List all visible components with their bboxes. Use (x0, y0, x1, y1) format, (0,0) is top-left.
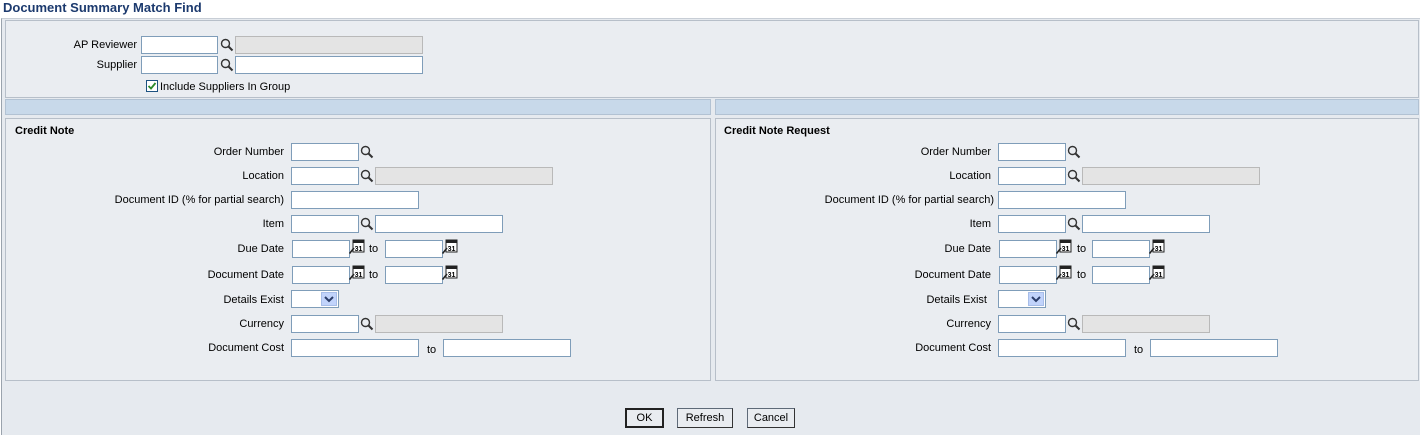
supplier-label: Supplier (96, 59, 137, 71)
cn-order-number-input[interactable] (291, 143, 359, 161)
cn-document-date-from-calendar-icon[interactable]: 31 (349, 265, 365, 280)
cnr-document-cost-to-input[interactable] (1150, 339, 1278, 357)
cnr-document-id-input[interactable] (998, 191, 1126, 209)
cn-details-exist-label: Details Exist (223, 294, 284, 306)
cnr-order-number-search-icon[interactable] (1067, 145, 1081, 159)
cn-item-label: Item (262, 218, 284, 230)
svg-text:31: 31 (448, 246, 456, 253)
cnr-document-date-to-label: to (1077, 269, 1087, 281)
cn-document-date-to-label: to (369, 269, 379, 281)
cnr-due-date-from-input[interactable] (999, 240, 1057, 258)
cn-due-date-from-input[interactable] (292, 240, 350, 258)
refresh-button[interactable]: Refresh (677, 408, 733, 428)
credit-note-request-section-bar (715, 99, 1419, 115)
svg-text:31: 31 (1155, 246, 1163, 253)
svg-text:31: 31 (1155, 272, 1163, 279)
cn-document-date-to-input[interactable] (385, 266, 443, 284)
svg-text:31: 31 (355, 246, 363, 253)
cn-document-date-label: Document Date (207, 269, 284, 281)
cnr-due-date-to-label: to (1077, 243, 1087, 255)
cnr-details-exist-label: Details Exist (926, 294, 987, 306)
cn-document-cost-from-input[interactable] (291, 339, 419, 357)
cn-location-search-icon[interactable] (360, 169, 374, 183)
cn-due-date-to-label: to (369, 243, 379, 255)
cn-document-date-to-calendar-icon[interactable]: 31 (442, 265, 458, 280)
cn-order-number-label: Order Number (213, 146, 284, 158)
cnr-currency-input[interactable] (998, 315, 1066, 333)
ap-reviewer-input[interactable] (141, 36, 218, 54)
credit-note-request-title: Credit Note Request (724, 125, 830, 137)
page-title: Document Summary Match Find (3, 0, 202, 15)
cnr-item-search-icon[interactable] (1067, 217, 1081, 231)
cn-currency-search-icon[interactable] (360, 317, 374, 331)
cn-due-date-from-calendar-icon[interactable]: 31 (349, 239, 365, 254)
cn-location-label: Location (242, 170, 284, 182)
cn-document-id-input[interactable] (291, 191, 419, 209)
cnr-item-label: Item (969, 218, 991, 230)
cnr-due-date-to-input[interactable] (1092, 240, 1150, 258)
ap-reviewer-label: AP Reviewer (73, 39, 137, 51)
cnr-document-id-label: Document ID (% for partial search) (824, 194, 994, 206)
cnr-location-input[interactable] (998, 167, 1066, 185)
cnr-document-date-to-input[interactable] (1092, 266, 1150, 284)
supplier-input[interactable] (141, 56, 218, 74)
svg-text:31: 31 (1062, 272, 1070, 279)
cnr-item-input[interactable] (998, 215, 1066, 233)
cn-location-input[interactable] (291, 167, 359, 185)
checkmark-icon (147, 82, 157, 90)
cn-due-date-label: Due Date (237, 243, 284, 255)
cn-document-id-label: Document ID (% for partial search) (114, 194, 284, 206)
cnr-location-description-field (1082, 167, 1260, 185)
cnr-currency-label: Currency (946, 318, 991, 330)
cn-item-description-field[interactable] (375, 215, 503, 233)
cn-currency-label: Currency (239, 318, 284, 330)
cnr-currency-description-field (1082, 315, 1210, 333)
cn-item-search-icon[interactable] (360, 217, 374, 231)
cn-location-description-field (375, 167, 553, 185)
cn-document-cost-label: Document Cost (208, 342, 284, 354)
cnr-due-date-label: Due Date (944, 243, 991, 255)
cnr-due-date-to-calendar-icon[interactable]: 31 (1149, 239, 1165, 254)
ap-reviewer-description-field (235, 36, 423, 54)
cn-document-cost-to-input[interactable] (443, 339, 571, 357)
cnr-due-date-from-calendar-icon[interactable]: 31 (1056, 239, 1072, 254)
cnr-document-cost-to-label: to (1134, 344, 1144, 356)
chevron-down-icon (1028, 292, 1044, 306)
cn-item-input[interactable] (291, 215, 359, 233)
include-suppliers-label: Include Suppliers In Group (160, 81, 291, 93)
credit-note-title: Credit Note (15, 125, 75, 137)
cnr-document-date-from-calendar-icon[interactable]: 31 (1056, 265, 1072, 280)
cn-order-number-search-icon[interactable] (360, 145, 374, 159)
cancel-button[interactable]: Cancel (747, 408, 795, 428)
chevron-down-icon (321, 292, 337, 306)
ap-reviewer-search-icon[interactable] (220, 38, 234, 52)
cn-due-date-to-calendar-icon[interactable]: 31 (442, 239, 458, 254)
cnr-order-number-label: Order Number (920, 146, 991, 158)
cnr-location-label: Location (949, 170, 991, 182)
cn-details-exist-select[interactable] (291, 290, 339, 308)
cnr-document-cost-from-input[interactable] (998, 339, 1126, 357)
cn-due-date-to-input[interactable] (385, 240, 443, 258)
cnr-document-cost-label: Document Cost (915, 342, 991, 354)
cn-currency-input[interactable] (291, 315, 359, 333)
ok-button[interactable]: OK (625, 408, 664, 428)
cnr-currency-search-icon[interactable] (1067, 317, 1081, 331)
cnr-order-number-input[interactable] (998, 143, 1066, 161)
cnr-document-date-from-input[interactable] (999, 266, 1057, 284)
cn-document-date-from-input[interactable] (292, 266, 350, 284)
supplier-description-field[interactable] (235, 56, 423, 74)
cnr-details-exist-select[interactable] (998, 290, 1046, 308)
supplier-search-icon[interactable] (220, 58, 234, 72)
svg-text:31: 31 (355, 272, 363, 279)
cn-document-cost-to-label: to (427, 344, 437, 356)
svg-text:31: 31 (1062, 246, 1070, 253)
cnr-location-search-icon[interactable] (1067, 169, 1081, 183)
credit-note-section-bar (5, 99, 711, 115)
include-suppliers-checkbox[interactable] (146, 80, 158, 92)
cn-currency-description-field (375, 315, 503, 333)
cnr-document-date-label: Document Date (914, 269, 991, 281)
cnr-document-date-to-calendar-icon[interactable]: 31 (1149, 265, 1165, 280)
svg-text:31: 31 (448, 272, 456, 279)
cnr-item-description-field[interactable] (1082, 215, 1210, 233)
